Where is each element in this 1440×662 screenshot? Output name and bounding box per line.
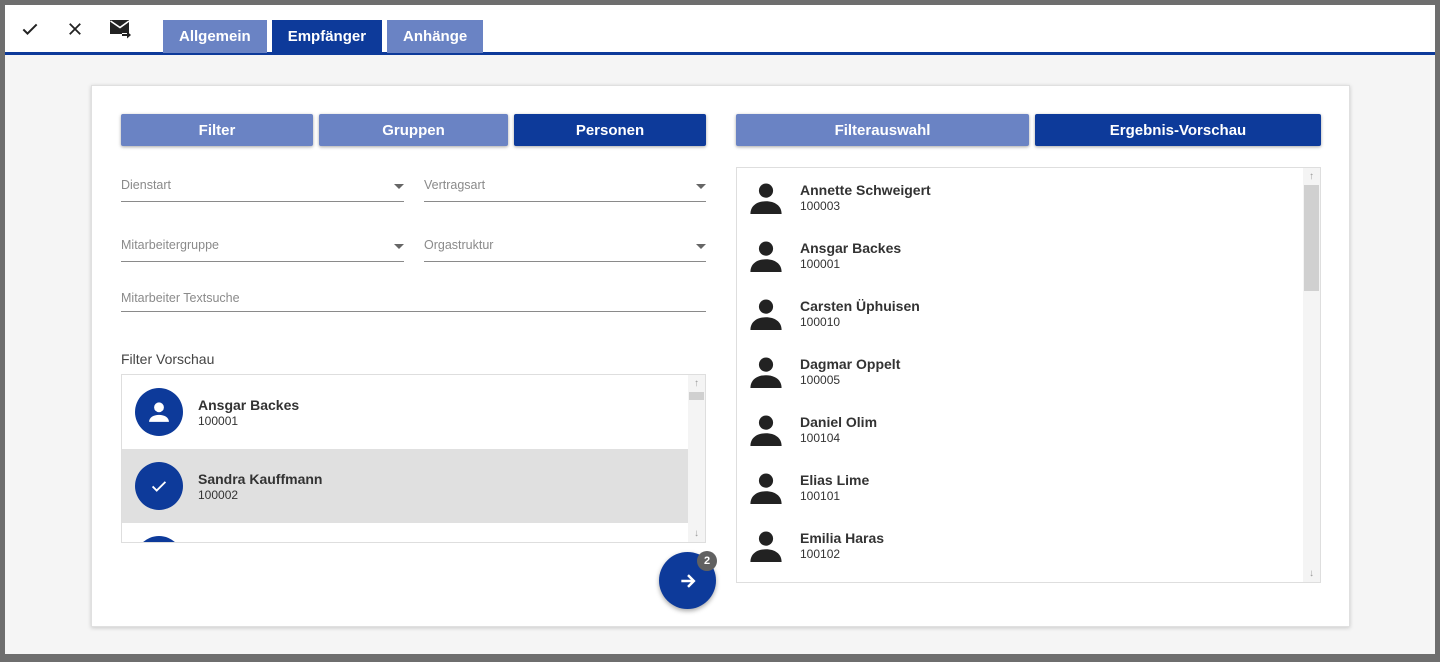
result-preview-list[interactable]: Annette Schweigert 100003 Ansgar Backes … — [736, 167, 1321, 583]
arrow-up-icon[interactable]: ↑ — [1303, 168, 1320, 185]
ergebnis-vorschau-button[interactable]: Ergebnis-Vorschau — [1035, 114, 1321, 146]
check-icon[interactable] — [16, 15, 44, 43]
list-item[interactable] — [122, 523, 688, 542]
tab-allgemein[interactable]: Allgemein — [163, 20, 267, 53]
tab-empfaenger[interactable]: Empfänger — [271, 20, 383, 53]
top-toolbar: Allgemein Empfänger Anhänge — [5, 5, 1435, 55]
selection-count-badge: 2 — [697, 551, 717, 571]
person-icon — [750, 299, 782, 330]
person-id: 100002 — [198, 488, 239, 502]
tab-bar: Allgemein Empfänger Anhänge — [163, 20, 488, 53]
textsuche-field[interactable] — [121, 278, 706, 312]
person-name: Elias Lime — [800, 472, 870, 488]
vertragsart-label: Vertragsart — [424, 178, 486, 192]
filter-preview-list[interactable]: Ansgar Backes 100001 Sandra Kauffmann 10… — [121, 374, 706, 543]
person-icon — [750, 415, 782, 446]
apply-selection-button[interactable]: 2 — [659, 551, 717, 609]
dienstart-select[interactable]: Dienstart — [121, 168, 404, 202]
list-item[interactable]: Ansgar Backes 100001 — [122, 375, 688, 449]
mitarbeitergruppe-select[interactable]: Mitarbeitergruppe — [121, 228, 404, 262]
list-item[interactable]: Ansgar Backes 100001 — [737, 226, 1303, 284]
tab-anhaenge[interactable]: Anhänge — [387, 20, 484, 53]
personen-button[interactable]: Personen — [514, 114, 706, 146]
orgastruktur-label: Orgastruktur — [424, 238, 494, 252]
filter-vorschau-title: Filter Vorschau — [121, 351, 215, 367]
list-item[interactable]: Elias Lime 100101 — [737, 458, 1303, 516]
person-name: Ansgar Backes — [198, 397, 300, 413]
list-item[interactable]: Annette Schweigert 100003 — [737, 168, 1303, 226]
list-item[interactable]: Daniel Olim 100104 — [737, 400, 1303, 458]
person-id: 100102 — [800, 547, 841, 561]
person-icon — [750, 183, 782, 214]
arrow-up-icon[interactable]: ↑ — [688, 375, 705, 392]
person-id: 100001 — [198, 414, 239, 428]
person-id: 100104 — [800, 431, 841, 445]
person-name: Annette Schweigert — [800, 182, 931, 198]
arrow-down-icon[interactable]: ↓ — [688, 525, 705, 542]
filter-preview-scrollbar[interactable]: ↑ ↓ — [688, 375, 705, 542]
person-id: 100005 — [800, 373, 841, 387]
chevron-down-icon — [696, 244, 706, 249]
chevron-down-icon — [394, 184, 404, 189]
person-id: 100101 — [800, 489, 841, 503]
dienstart-label: Dienstart — [121, 178, 172, 192]
list-item[interactable]: Dagmar Oppelt 100005 — [737, 342, 1303, 400]
textsuche-input[interactable] — [121, 278, 706, 311]
person-name: Ansgar Backes — [800, 240, 902, 256]
chevron-down-icon — [696, 184, 706, 189]
gruppen-button[interactable]: Gruppen — [319, 114, 508, 146]
filterauswahl-button[interactable]: Filterauswahl — [736, 114, 1029, 146]
chevron-down-icon — [394, 244, 404, 249]
list-item[interactable]: Emilia Haras 100102 — [737, 516, 1303, 574]
scroll-thumb[interactable] — [1304, 185, 1319, 291]
vertragsart-select[interactable]: Vertragsart — [424, 168, 706, 202]
person-icon — [750, 241, 782, 272]
person-name: Emilia Haras — [800, 530, 885, 546]
close-icon[interactable] — [61, 15, 89, 43]
scroll-thumb[interactable] — [689, 392, 704, 400]
list-item[interactable]: Sandra Kauffmann 100002 — [122, 449, 688, 523]
app-window: Allgemein Empfänger Anhänge Filter Grupp… — [5, 5, 1435, 654]
person-icon — [750, 357, 782, 388]
mitarbeitergruppe-label: Mitarbeitergruppe — [121, 238, 219, 252]
person-name: Carsten Üphuisen — [800, 298, 920, 314]
list-item[interactable]: Carsten Üphuisen 100010 — [737, 284, 1303, 342]
arrow-down-icon[interactable]: ↓ — [1303, 565, 1320, 582]
arrow-right-icon — [680, 573, 696, 588]
person-avatar-icon — [135, 536, 183, 542]
person-name: Dagmar Oppelt — [800, 356, 901, 372]
person-id: 100001 — [800, 257, 841, 271]
person-icon — [750, 531, 782, 562]
recipients-card: Filter Gruppen Personen Dienstart Vertra… — [91, 85, 1350, 627]
person-id: 100010 — [800, 315, 841, 329]
person-id: 100003 — [800, 199, 841, 213]
person-name: Daniel Olim — [800, 414, 878, 430]
person-icon — [750, 473, 782, 504]
filter-button[interactable]: Filter — [121, 114, 313, 146]
orgastruktur-select[interactable]: Orgastruktur — [424, 228, 706, 262]
person-name: Sandra Kauffmann — [198, 471, 323, 487]
mail-send-icon[interactable] — [107, 15, 135, 43]
check-avatar-icon — [135, 462, 183, 510]
result-preview-scrollbar[interactable]: ↑ ↓ — [1303, 168, 1320, 582]
person-avatar-icon — [135, 388, 183, 436]
